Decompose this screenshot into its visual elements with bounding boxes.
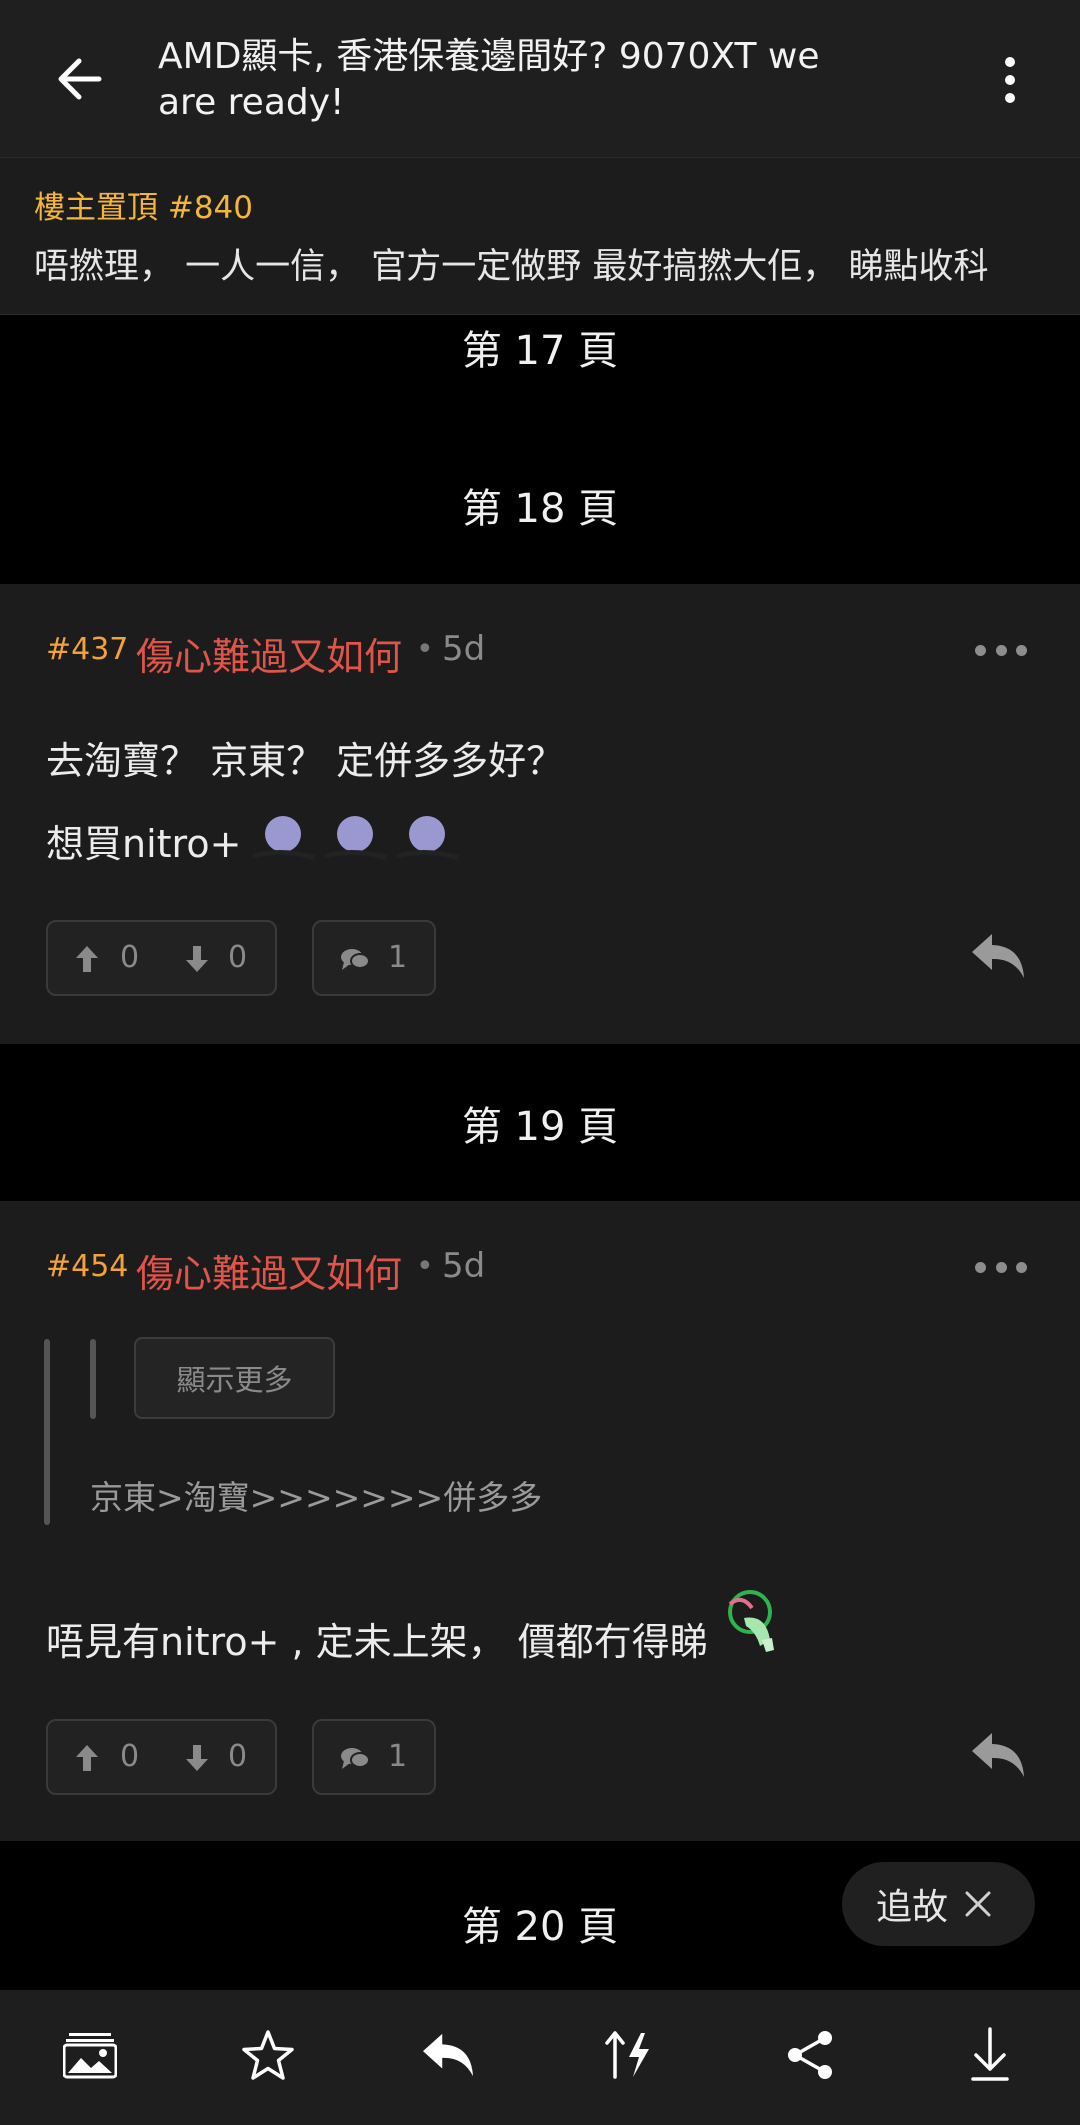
post-username[interactable]: 傷心難過又如何 [136, 626, 402, 681]
post-text-line: 想買nitro+ [46, 812, 485, 868]
page-marker-19: 第 19 頁 [461, 1104, 619, 1150]
share-icon [788, 2031, 832, 2079]
reply-icon [423, 2033, 473, 2077]
dot [1016, 644, 1027, 656]
follow-label: 追故 [876, 1887, 949, 1928]
post-text: 想買nitro+ [46, 821, 242, 866]
post-text: 唔見有nitro+ , 定未上架， 價都冇得睇 [46, 1620, 708, 1664]
pinned-post[interactable]: 樓主置頂 #840 唔撚理， 一人一信， 官方一定做野 最好搞撚大佢， 睇點收科 [0, 157, 1080, 315]
favorite-button[interactable] [228, 2020, 308, 2090]
upvote-count: 0 [120, 1739, 140, 1774]
emoji-sticker-icon [252, 816, 461, 861]
gallery-button[interactable] [50, 2020, 130, 2090]
comment-count: 1 [388, 940, 408, 975]
post-text-line: 唔見有nitro+ , 定未上架， 價都冇得睇 [46, 1589, 796, 1666]
dot [1016, 1261, 1027, 1273]
page-marker-18: 第 18 頁 [461, 486, 619, 532]
more-vertical-icon [1005, 57, 1015, 103]
reply-icon [972, 934, 1024, 978]
quote-bar-outer [44, 1339, 50, 1525]
post-time: 5d [442, 629, 486, 669]
download-icon [971, 2027, 1009, 2081]
comment-count: 1 [388, 1739, 408, 1774]
share-button[interactable] [770, 2020, 850, 2090]
reply-thread-button[interactable] [408, 2020, 488, 2090]
separator-dot: • [416, 632, 434, 667]
thread-title: AMD顯卡, 香港保養邊間好? 9070XT we are ready! [158, 36, 820, 123]
post-text-line: 去淘寶？ 京東？ 定併多多好？ [46, 739, 565, 783]
dot [975, 1261, 986, 1273]
upvote-icon[interactable] [74, 944, 100, 974]
back-button[interactable] [44, 46, 114, 112]
vote-box: 0 0 [46, 920, 277, 996]
reply-icon [972, 1733, 1024, 1777]
post-437: #437 傷心難過又如何 • 5d 去淘寶？ 京東？ 定併多多好？ 想買nitr… [0, 584, 1080, 1044]
pinned-text: 唔撚理， 一人一信， 官方一定做野 最好搞撚大佢， 睇點收科 [34, 247, 989, 287]
sort-icon [605, 2031, 649, 2079]
post-username[interactable]: 傷心難過又如何 [136, 1243, 402, 1298]
dot [995, 1261, 1007, 1273]
app-bar: AMD顯卡, 香港保養邊間好? 9070XT we are ready! [0, 0, 1080, 157]
post-number[interactable]: #454 [46, 1249, 128, 1284]
vote-box: 0 0 [46, 1719, 277, 1795]
comment-icon [341, 1748, 370, 1769]
separator-dot: • [416, 1249, 434, 1284]
page-marker-17: 第 17 頁 [461, 328, 619, 374]
downvote-icon[interactable] [184, 944, 210, 974]
downvote-count: 0 [228, 940, 248, 975]
reply-button[interactable] [968, 930, 1032, 986]
arrow-left-icon [58, 58, 102, 100]
pinned-label: 樓主置頂 #840 [34, 190, 253, 226]
post-menu-button[interactable] [975, 1255, 1027, 1279]
dot [995, 644, 1007, 656]
post-time: 5d [442, 1246, 486, 1286]
show-more-button[interactable]: 顯示更多 [134, 1337, 335, 1419]
post-454: #454 傷心難過又如何 • 5d 顯示更多 京東>淘寶>>>>>>>併多多 唔… [0, 1201, 1080, 1841]
follow-chip[interactable]: 追故 [842, 1862, 1035, 1946]
star-icon [242, 2030, 294, 2080]
dot [975, 644, 986, 656]
comment-button[interactable]: 1 [312, 1719, 436, 1795]
bottom-toolbar [0, 1990, 1080, 2125]
post-number[interactable]: #437 [46, 632, 128, 667]
sort-button[interactable] [590, 2020, 670, 2090]
emoji-sticker-icon [727, 1589, 774, 1652]
comment-button[interactable]: 1 [312, 920, 436, 996]
overflow-menu-button[interactable] [985, 50, 1035, 110]
upvote-count: 0 [120, 940, 140, 975]
gallery-icon [63, 2033, 117, 2079]
quote-bar-inner [90, 1339, 96, 1419]
post-menu-button[interactable] [975, 638, 1027, 662]
close-icon[interactable] [964, 1890, 992, 1918]
quote-text: 京東>淘寶>>>>>>>併多多 [90, 1478, 543, 1517]
download-button[interactable] [950, 2020, 1030, 2090]
downvote-icon[interactable] [184, 1743, 210, 1773]
reply-button[interactable] [968, 1729, 1032, 1785]
downvote-count: 0 [228, 1739, 248, 1774]
upvote-icon[interactable] [74, 1743, 100, 1773]
comment-icon [341, 949, 370, 970]
